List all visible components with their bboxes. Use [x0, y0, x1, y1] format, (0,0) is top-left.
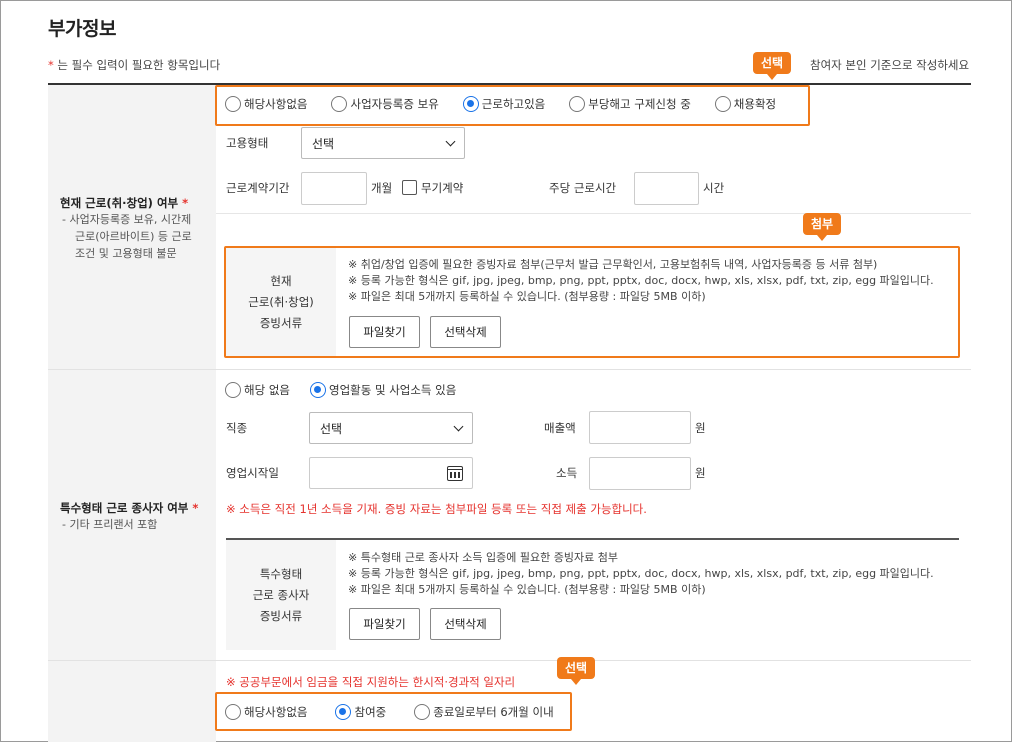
- row-divider: [48, 660, 971, 661]
- radio-button[interactable]: [569, 96, 586, 112]
- hours-unit-label: 시간: [703, 181, 725, 195]
- weekly-hours-label: 주당 근로시간: [549, 181, 617, 195]
- radio-none[interactable]: 해당사항없음: [225, 96, 307, 112]
- public-job-radio-group: 해당사항없음 참여중 종료일로부터 6개월 이내: [225, 704, 554, 720]
- file-find-button[interactable]: 파일찾기: [349, 608, 420, 640]
- row-divider: [48, 369, 971, 370]
- employment-status-radio-group: 해당사항없음 사업자등록증 보유 근로하고있음 부당해고 구제신청 중 채용확정: [225, 96, 776, 112]
- employment-type-select[interactable]: 선택: [301, 127, 465, 159]
- contract-unit-label: 개월: [371, 181, 393, 195]
- job-type-label: 직종: [226, 421, 248, 435]
- radio-working[interactable]: 근로하고있음: [462, 96, 545, 112]
- section1-label: 현재 근로(취·창업) 여부 *: [60, 196, 189, 210]
- section3-label-cell: [48, 661, 216, 742]
- radio-within-6-months[interactable]: 종료일로부터 6개월 이내: [414, 704, 554, 720]
- attach-label-cell: 특수형태 근로 종사자 증빙서류: [226, 540, 336, 650]
- radio-unfair-dismissal[interactable]: 부당해고 구제신청 중: [569, 96, 691, 112]
- radio-none[interactable]: 해당사항없음: [225, 704, 307, 720]
- income-input[interactable]: [589, 457, 691, 490]
- income-unit-label: 원: [695, 466, 706, 480]
- section2-label: 특수형태 근로 종사자 여부 *: [60, 501, 199, 515]
- radio-button[interactable]: [225, 96, 241, 112]
- radio-button-checked[interactable]: [309, 382, 326, 398]
- start-date-input[interactable]: [309, 457, 473, 489]
- required-note-text: 는 필수 입력이 필요한 항목입니다: [53, 58, 221, 72]
- radio-not-applicable[interactable]: 해당 없음: [225, 382, 290, 398]
- self-basis-note: 참여자 본인 기준으로 작성하세요: [810, 58, 970, 72]
- income-warning: ※ 소득은 직전 1년 소득을 기재. 증빙 자료는 첨부파일 등록 또는 직접…: [226, 502, 647, 516]
- delete-selected-button[interactable]: 선택삭제: [430, 316, 501, 348]
- radio-button[interactable]: [414, 704, 431, 720]
- radio-button-checked[interactable]: [462, 96, 479, 112]
- attach-notes: ※ 특수형태 근로 종사자 소득 입증에 필요한 증빙자료 첨부 ※ 등록 가능…: [348, 551, 934, 596]
- radio-participating[interactable]: 참여중: [335, 704, 386, 720]
- divider: [216, 213, 971, 214]
- contract-period-input[interactable]: [301, 172, 367, 205]
- select-badge-top: 선택: [753, 52, 792, 80]
- page-title: 부가정보: [48, 18, 116, 40]
- radio-button[interactable]: [225, 382, 241, 398]
- indefinite-contract-label: 무기계약: [421, 181, 464, 195]
- indefinite-contract-checkbox[interactable]: [402, 180, 417, 195]
- chevron-down-icon: [453, 421, 464, 431]
- public-job-warning: ※ 공공부문에서 임금을 직접 지원하는 한시적·경과적 일자리: [226, 675, 516, 689]
- special-employment-radio-group: 해당 없음 영업활동 및 사업소득 있음: [225, 382, 456, 398]
- attach-badge: 첨부: [803, 213, 842, 241]
- attach-notes: ※ 취업/창업 입증에 필요한 증빙자료 첨부(근무처 발급 근무확인서, 고용…: [348, 258, 934, 303]
- file-find-button[interactable]: 파일찾기: [349, 316, 420, 348]
- sales-label: 매출액: [544, 421, 576, 435]
- sales-input[interactable]: [589, 411, 691, 444]
- employment-type-label: 고용형태: [226, 136, 269, 150]
- delete-selected-button[interactable]: 선택삭제: [430, 608, 501, 640]
- radio-hiring-confirmed[interactable]: 채용확정: [714, 96, 776, 112]
- chevron-down-icon: [445, 136, 456, 146]
- section2-description: - 기타 프리랜서 포함: [62, 518, 158, 531]
- radio-button[interactable]: [225, 704, 241, 720]
- job-type-select[interactable]: 선택: [309, 412, 473, 444]
- required-note: * 는 필수 입력이 필요한 항목입니다: [48, 57, 220, 73]
- income-label: 소득: [556, 466, 578, 480]
- calendar-icon[interactable]: [447, 465, 463, 481]
- sales-unit-label: 원: [695, 421, 706, 435]
- select-badge-bottom: 선택: [557, 657, 596, 685]
- section1-description: - 사업자등록증 보유, 시간제 근로(아르바이트) 등 근로 조건 및 고용형…: [62, 213, 192, 260]
- radio-business-registration[interactable]: 사업자등록증 보유: [331, 96, 439, 112]
- contract-period-label: 근로계약기간: [226, 181, 290, 195]
- radio-button-checked[interactable]: [335, 704, 352, 720]
- attach-label-cell: 현재 근로(취·창업) 증빙서류: [226, 248, 336, 356]
- radio-button[interactable]: [714, 96, 731, 112]
- start-date-label: 영업시작일: [226, 466, 279, 480]
- radio-business-income[interactable]: 영업활동 및 사업소득 있음: [309, 382, 456, 398]
- weekly-hours-input[interactable]: [634, 172, 699, 205]
- radio-button[interactable]: [331, 96, 348, 112]
